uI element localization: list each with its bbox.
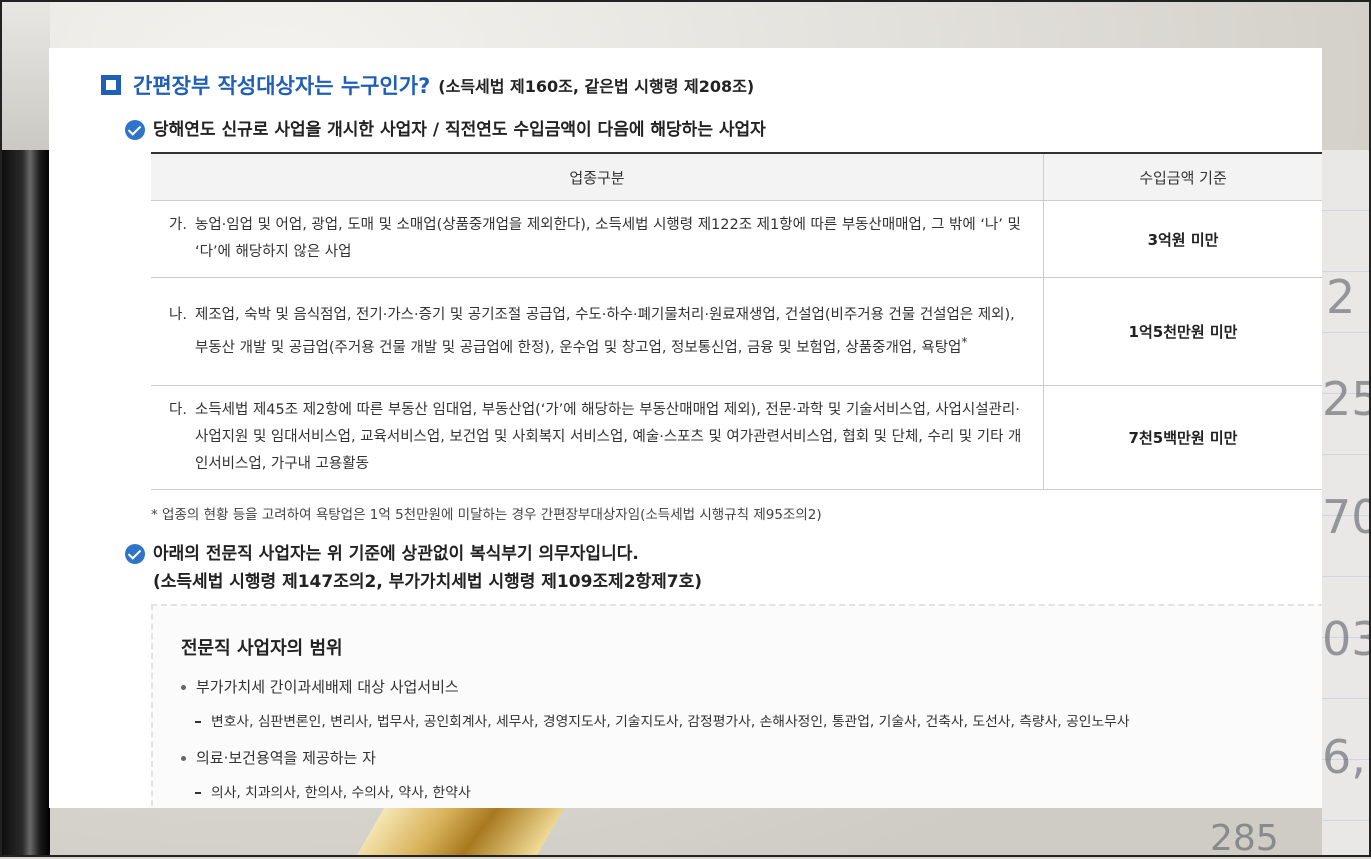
- check-circle-icon: [125, 120, 145, 140]
- industry-text: 농업·임업 및 어업, 광업, 도매 및 소매업(상품중개업을 제외한다), 소…: [195, 217, 1021, 260]
- group-label: 의료·보건용역을 제공하는 자: [196, 749, 376, 767]
- background-number: 2: [1326, 270, 1356, 324]
- list-item: 의료·보건용역을 제공하는 자: [181, 747, 376, 768]
- group-label: 부가가치세 간이과세배제 대상 사업서비스: [196, 678, 459, 696]
- background-number: 6,: [1322, 730, 1366, 784]
- section-heading-1: 당해연도 신규로 사업을 개시한 사업자 / 직전연도 수입금액이 다음에 해당…: [125, 120, 766, 144]
- row-marker: 나.: [169, 306, 187, 323]
- row-marker: 가.: [169, 217, 187, 233]
- table-row: 다. 소득세법 제45조 제2항에 따른 부동산 임대업, 부동산업(‘가’에 …: [151, 385, 1322, 490]
- check-circle-icon: [125, 544, 145, 564]
- industry-text: 제조업, 숙박 및 음식점업, 전기·가스·증기 및 공기조절 공급업, 수도·…: [195, 306, 1015, 356]
- group-detail: 의사, 치과의사, 한의사, 수의사, 약사, 한약사: [211, 785, 471, 801]
- page-title: 간편장부 작성대상자는 누구인가? (소득세법 제160조, 같은법 시행령 제…: [101, 70, 754, 100]
- column-header-amount: 수입금액 기준: [1043, 152, 1322, 201]
- industry-cell: 다. 소득세법 제45조 제2항에 따른 부동산 임대업, 부동산업(‘가’에 …: [151, 385, 1044, 490]
- section-heading-2: 아래의 전문직 사업자는 위 기준에 상관없이 복식부기 의무자입니다. (소득…: [125, 544, 702, 596]
- background-number: 03: [1322, 612, 1371, 666]
- table-row: 가. 농업·임업 및 어업, 광업, 도매 및 소매업(상품중개업을 제외한다)…: [151, 200, 1322, 278]
- dash-icon: [195, 721, 201, 723]
- section-title: 아래의 전문직 사업자는 위 기준에 상관없이 복식부기 의무자입니다.: [153, 544, 639, 564]
- amount-cell: 1억5천만원 미만: [1043, 277, 1322, 386]
- bullet-icon: [181, 685, 186, 690]
- criteria-table: 업종구분 수입금액 기준 가. 농업·임업 및 어업, 광업, 도매 및 소매업…: [151, 152, 1322, 490]
- title-text: 간편장부 작성대상자는 누구인가?: [133, 74, 431, 98]
- background-pen: [0, 150, 50, 857]
- industry-cell: 가. 농업·임업 및 어업, 광업, 도매 및 소매업(상품중개업을 제외한다)…: [151, 200, 1044, 278]
- background-number: 70: [1322, 490, 1371, 544]
- list-item-detail: 의사, 치과의사, 한의사, 수의사, 약사, 한약사: [195, 781, 471, 801]
- industry-cell: 나. 제조업, 숙박 및 음식점업, 전기·가스·증기 및 공기조절 공급업, …: [151, 277, 1044, 386]
- amount-cell: 3억원 미만: [1043, 200, 1322, 278]
- bullet-icon: [181, 756, 186, 761]
- table-footnote: * 업종의 현황 등을 고려하여 욕탕업은 1억 5천만원에 미달하는 경우 간…: [151, 507, 822, 523]
- list-item: 부가가치세 간이과세배제 대상 사업서비스: [181, 676, 459, 697]
- section-law-reference: (소득세법 시행령 제147조의2, 부가가치세법 시행령 제109조제2항제7…: [153, 572, 703, 592]
- square-bullet-icon: [101, 75, 121, 95]
- table-row: 나. 제조업, 숙박 및 음식점업, 전기·가스·증기 및 공기조절 공급업, …: [151, 277, 1322, 386]
- table-header-row: 업종구분 수입금액 기준: [151, 152, 1322, 201]
- professional-scope-box: 전문직 사업자의 범위 부가가치세 간이과세배제 대상 사업서비스 변호사, 심…: [151, 604, 1322, 808]
- background-number: 25: [1322, 372, 1371, 426]
- title-law-reference: (소득세법 제160조, 같은법 시행령 제208조): [438, 77, 755, 96]
- background-number: 285: [1210, 818, 1279, 859]
- amount-cell: 7천5백만원 미만: [1043, 385, 1322, 490]
- content-card: 간편장부 작성대상자는 누구인가? (소득세법 제160조, 같은법 시행령 제…: [49, 48, 1322, 808]
- footnote-marker: *: [961, 334, 968, 349]
- background-pen-gold: [355, 808, 565, 857]
- dash-icon: [195, 792, 201, 794]
- group-detail: 변호사, 심판변론인, 변리사, 법무사, 공인회계사, 세무사, 경영지도사,…: [211, 714, 1130, 730]
- box-title: 전문직 사업자의 범위: [181, 638, 343, 659]
- section-title: 당해연도 신규로 사업을 개시한 사업자 / 직전연도 수입금액이 다음에 해당…: [153, 120, 766, 140]
- column-header-industry: 업종구분: [151, 152, 1044, 201]
- list-item-detail: 변호사, 심판변론인, 변리사, 법무사, 공인회계사, 세무사, 경영지도사,…: [195, 710, 1130, 730]
- row-marker: 다.: [169, 402, 187, 418]
- background-paper: [0, 0, 50, 160]
- industry-text: 소득세법 제45조 제2항에 따른 부동산 임대업, 부동산업(‘가’에 해당하…: [195, 402, 1022, 472]
